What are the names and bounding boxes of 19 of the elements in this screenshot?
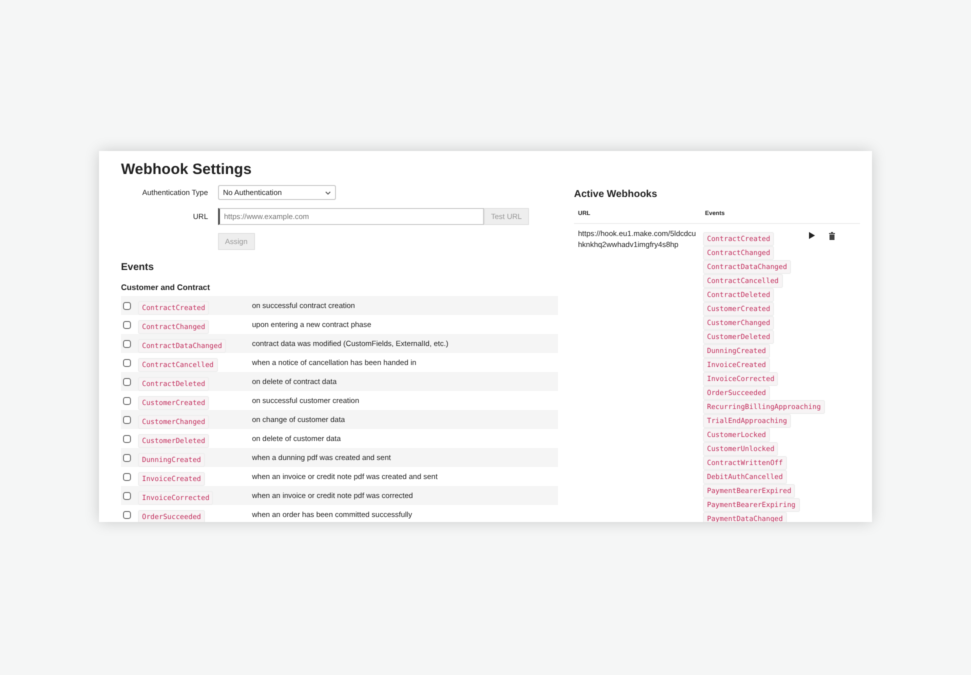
event-checkbox[interactable] <box>123 358 131 366</box>
chevron-icon <box>325 190 331 194</box>
event-checkbox[interactable] <box>123 320 131 328</box>
section-heading: Active Webhooks <box>574 189 658 200</box>
page-title: Webhook Settings <box>121 161 253 179</box>
group-heading: Customer and Contract <box>121 283 211 292</box>
event-checkbox[interactable] <box>123 434 131 442</box>
event-checkbox[interactable] <box>123 378 131 386</box>
event-checkbox[interactable] <box>123 340 131 348</box>
event-checkbox[interactable] <box>123 302 131 310</box>
section-heading: Events <box>121 262 155 273</box>
play-button[interactable] <box>809 231 815 240</box>
event-checkbox[interactable] <box>123 510 131 518</box>
event-checkbox[interactable] <box>123 416 131 424</box>
event-checkbox[interactable] <box>123 492 131 500</box>
event-checkbox[interactable] <box>123 396 131 404</box>
delete-button[interactable] <box>829 231 835 240</box>
event-checkbox[interactable] <box>123 472 131 480</box>
event-checkbox[interactable] <box>123 454 131 462</box>
